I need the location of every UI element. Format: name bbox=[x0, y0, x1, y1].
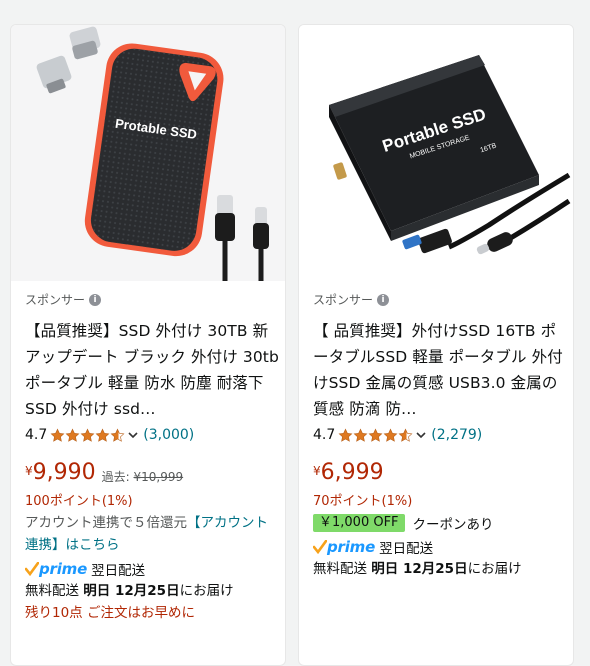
star-icon bbox=[65, 428, 80, 442]
star-icon bbox=[338, 428, 353, 442]
rating-row: 4.7 (2,279) bbox=[313, 424, 567, 446]
stock-note: 残り10点 ご注文はお早めに bbox=[25, 605, 195, 621]
star-icon bbox=[50, 428, 65, 442]
product-image-graphic: Protable SSD bbox=[36, 26, 269, 281]
product-image[interactable]: Portable SSD MOBILE STORAGE 16TB bbox=[299, 25, 573, 281]
shipping-row: 無料配送 明日 12月25日にお届け bbox=[313, 558, 567, 580]
product-title[interactable]: 【 品質推奨】外付けSSD 16TB ポータブルSSD 軽量 ポータブル 外付け… bbox=[313, 318, 567, 422]
chevron-down-icon[interactable] bbox=[127, 429, 139, 441]
rating-value: 4.7 bbox=[313, 427, 336, 443]
past-price-label: 過去: bbox=[101, 470, 130, 484]
half-star-icon bbox=[110, 428, 125, 442]
star-rating[interactable] bbox=[50, 428, 125, 443]
product-image[interactable]: Protable SSD bbox=[11, 25, 285, 281]
prime-delivery-text: 翌日配送 bbox=[379, 541, 434, 557]
price-row[interactable]: ¥ 9,990 過去: ¥10,999 bbox=[25, 460, 279, 488]
account-promo-text: アカウント連携で５倍還元 bbox=[25, 515, 187, 531]
prime-delivery-row: prime 翌日配送 bbox=[25, 558, 279, 580]
product-card[interactable]: Portable SSD MOBILE STORAGE 16TB スポンサー i… bbox=[298, 24, 574, 666]
shipping-suffix: にお届け bbox=[179, 583, 234, 599]
sponsored-text: スポンサー bbox=[25, 293, 86, 307]
star-icon bbox=[368, 428, 383, 442]
star-icon bbox=[353, 428, 368, 442]
points-text: 70ポイント(1%) bbox=[313, 494, 413, 509]
rating-value: 4.7 bbox=[25, 427, 48, 443]
chevron-down-icon[interactable] bbox=[415, 429, 427, 441]
coupon-badge[interactable]: ￥1,000 OFF bbox=[313, 514, 405, 532]
star-icon bbox=[80, 428, 95, 442]
shipping-day: 明日 12月25日 bbox=[83, 583, 180, 599]
prime-check-icon bbox=[25, 562, 39, 576]
prime-logo: prime bbox=[25, 560, 87, 578]
star-icon bbox=[383, 428, 398, 442]
prime-word: prime bbox=[39, 560, 88, 578]
rating-row: 4.7 (3,000) bbox=[25, 424, 279, 446]
shipping-row: 無料配送 明日 12月25日にお届け bbox=[25, 580, 279, 602]
price-value: 9,990 bbox=[32, 460, 96, 485]
prime-delivery-text: 翌日配送 bbox=[91, 563, 146, 579]
prime-delivery-row: prime 翌日配送 bbox=[313, 536, 567, 558]
product-title[interactable]: 【品質推奨】SSD 外付け 30TB 新アップデート ブラック 外付け 30tb… bbox=[25, 318, 279, 422]
price-row[interactable]: ¥ 6,999 bbox=[313, 460, 567, 488]
prime-check-icon bbox=[313, 540, 327, 554]
past-price-value: ¥10,999 bbox=[133, 470, 184, 484]
shipping-prefix: 無料配送 bbox=[313, 561, 367, 577]
shipping-day: 明日 12月25日 bbox=[371, 561, 468, 577]
info-icon[interactable]: i bbox=[377, 294, 390, 306]
price-value: 6,999 bbox=[320, 460, 384, 485]
review-count-link[interactable]: (2,279) bbox=[431, 427, 482, 443]
prime-logo: prime bbox=[313, 538, 375, 556]
info-icon[interactable]: i bbox=[89, 294, 102, 306]
coupon-row[interactable]: ￥1,000 OFF クーポンあり bbox=[313, 512, 567, 534]
account-promo: アカウント連携で５倍還元【アカウント連携】はこちら bbox=[25, 512, 279, 556]
shipping-prefix: 無料配送 bbox=[25, 583, 79, 599]
currency-symbol: ¥ bbox=[25, 464, 33, 478]
sponsored-label[interactable]: スポンサー i bbox=[313, 291, 567, 309]
star-icon bbox=[95, 428, 110, 442]
currency-symbol: ¥ bbox=[313, 464, 321, 478]
points-text: 100ポイント(1%) bbox=[25, 494, 133, 509]
shipping-suffix: にお届け bbox=[467, 561, 522, 577]
star-rating[interactable] bbox=[338, 428, 413, 443]
sponsored-text: スポンサー bbox=[313, 293, 374, 307]
sponsored-label[interactable]: スポンサー i bbox=[25, 291, 279, 309]
half-star-icon bbox=[398, 428, 413, 442]
product-image-graphic: Portable SSD MOBILE STORAGE 16TB bbox=[329, 55, 571, 255]
past-price: 過去: ¥10,999 bbox=[102, 468, 184, 485]
coupon-text: クーポンあり bbox=[412, 517, 494, 533]
prime-word: prime bbox=[327, 538, 376, 556]
review-count-link[interactable]: (3,000) bbox=[143, 427, 194, 443]
product-card[interactable]: Protable SSD スポンサー i 【品質推奨】SSD 外付け 30TB … bbox=[10, 24, 286, 666]
